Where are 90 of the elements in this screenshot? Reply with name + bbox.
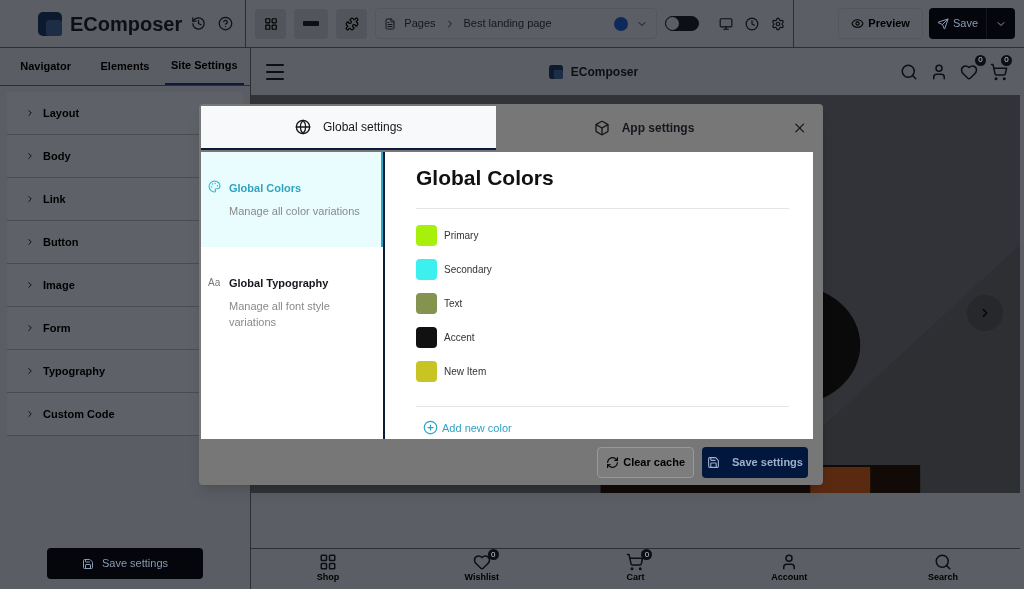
bottom-nav-item[interactable]: Account <box>712 549 867 589</box>
sidebar-tab[interactable]: Navigator <box>6 48 86 85</box>
user-icon[interactable] <box>930 62 948 81</box>
layout-button[interactable] <box>255 8 287 39</box>
chevron-icon <box>25 108 35 118</box>
sidebar-tab[interactable]: Site Settings <box>164 48 244 85</box>
history-icon[interactable] <box>191 16 207 31</box>
cart-icon <box>626 553 645 572</box>
toggle-switch[interactable] <box>665 16 700 31</box>
refresh-icon <box>606 455 620 469</box>
store-logo-icon <box>303 21 320 26</box>
color-swatch[interactable] <box>416 258 437 280</box>
save-settings-button[interactable]: Save settings <box>47 548 203 579</box>
chevron-icon <box>25 366 35 376</box>
breadcrumb-section[interactable]: Pages <box>404 15 436 32</box>
save-icon <box>707 455 721 469</box>
heart-icon <box>472 553 491 572</box>
cart-icon[interactable] <box>990 62 1008 81</box>
accordion-label: Custom Code <box>43 406 115 422</box>
status-icon <box>614 16 629 31</box>
apps-button[interactable] <box>336 8 368 39</box>
color-name: Primary <box>444 228 479 243</box>
color-name: Accent <box>444 330 475 345</box>
color-name: New Item <box>444 364 487 379</box>
nav-label: Cart <box>626 571 645 585</box>
color-swatch[interactable] <box>416 292 437 314</box>
nav-label: Search <box>928 571 959 585</box>
chevron-icon <box>25 151 35 161</box>
chevron-icon <box>25 323 35 333</box>
bottom-nav-item[interactable]: Shop <box>251 549 405 589</box>
page-icon <box>384 17 397 30</box>
logo-icon <box>38 11 62 36</box>
count-badge: 0 <box>641 549 653 561</box>
color-name: Secondary <box>444 262 492 277</box>
sidebar-tab[interactable]: Elements <box>85 48 165 85</box>
grid-icon <box>263 16 278 31</box>
logo-text: EComposer <box>570 63 639 81</box>
search-icon[interactable] <box>900 62 918 81</box>
chevron-icon <box>25 237 35 247</box>
dialog-tab[interactable]: App settings <box>496 106 792 150</box>
cube-icon <box>593 120 610 136</box>
dialog-tab[interactable]: Global settings <box>201 106 497 150</box>
globe-icon <box>294 119 311 135</box>
accordion-label: Layout <box>43 105 80 121</box>
color-name: Text <box>444 296 463 311</box>
grid-icon <box>318 553 337 572</box>
eye-icon <box>851 17 865 30</box>
count-badge: 0 <box>1001 54 1012 66</box>
chevron-icon <box>25 409 35 419</box>
search-icon <box>934 553 953 572</box>
logo-text: EComposer <box>70 11 183 37</box>
count-badge: 0 <box>487 549 499 561</box>
section-title: Global Colors <box>416 152 789 209</box>
plus-icon <box>423 420 438 436</box>
color-swatch[interactable] <box>416 360 437 382</box>
breadcrumb-page: Best landing page <box>463 16 553 32</box>
color-swatch[interactable] <box>416 224 437 246</box>
nav-label: Shop <box>316 571 340 585</box>
chevron-icon <box>25 194 35 204</box>
settings-icon[interactable] <box>771 16 786 31</box>
add-color-link[interactable]: Add new color <box>423 419 512 436</box>
bottom-nav-item[interactable]: 0 Cart <box>558 549 713 589</box>
logo-icon <box>548 64 563 79</box>
clear-cache-button[interactable]: Clear cache <box>597 446 694 478</box>
desktop-icon[interactable] <box>719 16 734 31</box>
nav-label: Wishlist <box>464 571 499 585</box>
clock-icon[interactable] <box>745 16 760 31</box>
count-badge: 0 <box>975 54 986 66</box>
puzzle-icon <box>344 16 359 31</box>
accordion-label: Image <box>43 277 75 293</box>
chevron-icon <box>25 280 35 290</box>
accordion-label: Link <box>43 191 66 207</box>
bottom-nav-item[interactable]: 0 Wishlist <box>404 549 559 589</box>
page-selector[interactable]: Pages Best landing page <box>375 8 658 39</box>
accordion-label: Body <box>43 148 71 164</box>
accordion-label: Form <box>43 320 71 336</box>
preview-button[interactable]: Preview <box>838 8 923 39</box>
store-button[interactable] <box>294 8 329 39</box>
nav-label: Account <box>771 571 808 585</box>
help-icon[interactable] <box>218 16 234 31</box>
accordion-label: Typography <box>43 363 106 379</box>
save-settings-button[interactable]: Save settings <box>702 446 808 478</box>
bottom-nav-item[interactable]: Search <box>866 549 1020 589</box>
color-swatch[interactable] <box>416 326 437 348</box>
heart-icon[interactable] <box>960 62 978 81</box>
palette-icon <box>208 180 221 193</box>
save-icon <box>81 557 94 570</box>
accordion-label: Button <box>43 234 79 250</box>
send-icon <box>936 17 949 30</box>
settings-nav-item[interactable]: Global Colors Manage all color variations <box>201 152 383 247</box>
